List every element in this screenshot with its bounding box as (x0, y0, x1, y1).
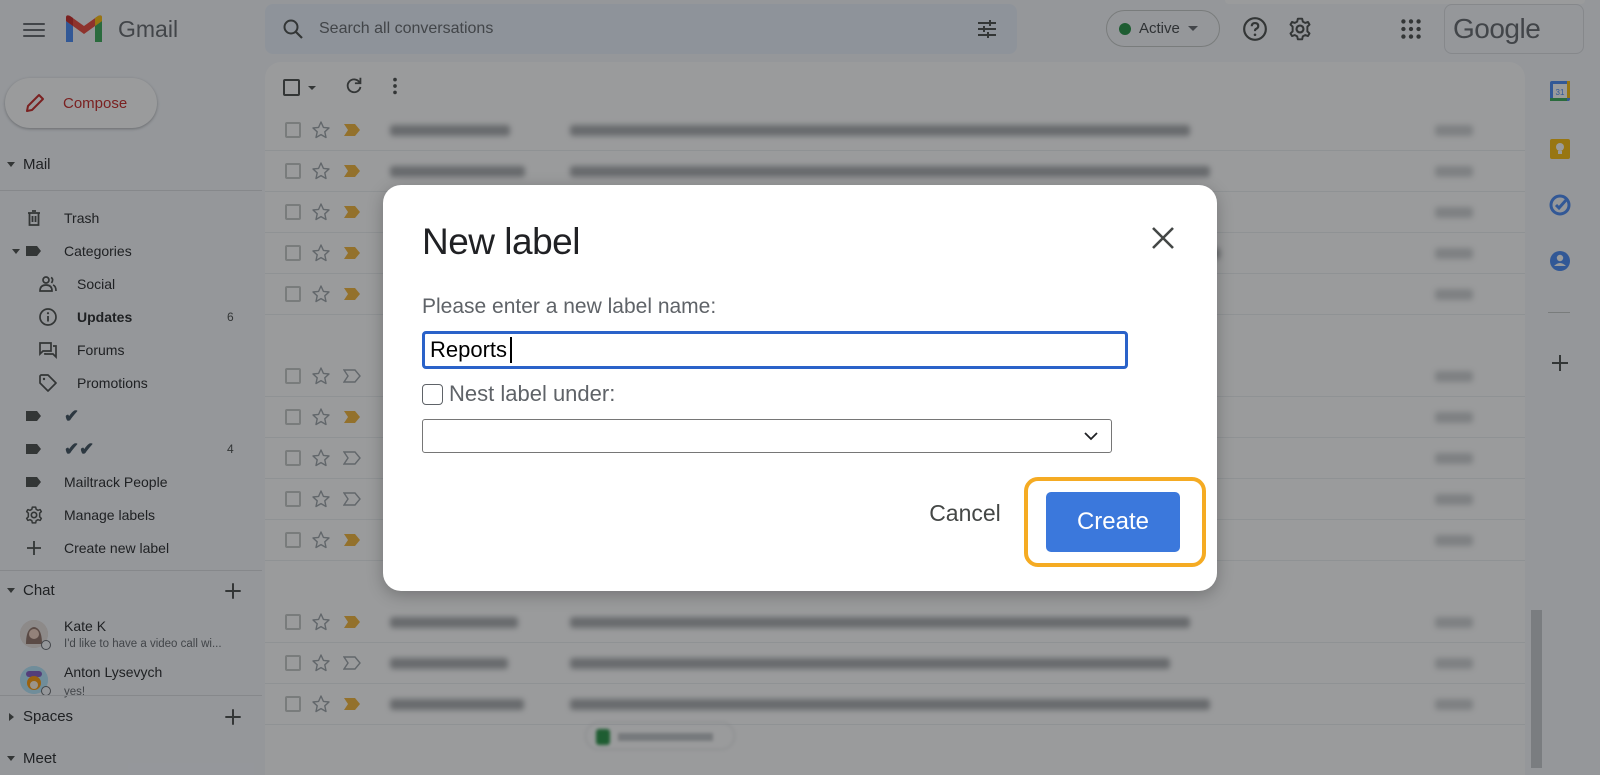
chevron-down-icon (1084, 432, 1098, 441)
close-icon[interactable] (1148, 223, 1178, 253)
nest-label-option[interactable]: Nest label under: (422, 381, 615, 407)
text-cursor (510, 337, 512, 363)
new-label-dialog: New label Please enter a new label name:… (383, 185, 1217, 591)
create-button[interactable]: Create (1046, 492, 1180, 552)
label-name-prompt: Please enter a new label name: (422, 295, 717, 318)
label-name-input[interactable] (422, 331, 1128, 369)
nest-label-checkbox[interactable] (422, 383, 443, 405)
nest-label-text: Nest label under: (449, 381, 616, 406)
parent-label-select[interactable] (422, 419, 1112, 453)
dialog-title: New label (422, 221, 580, 262)
scrollbar-thumb[interactable] (1531, 610, 1542, 768)
cancel-button[interactable]: Cancel (915, 491, 1015, 535)
